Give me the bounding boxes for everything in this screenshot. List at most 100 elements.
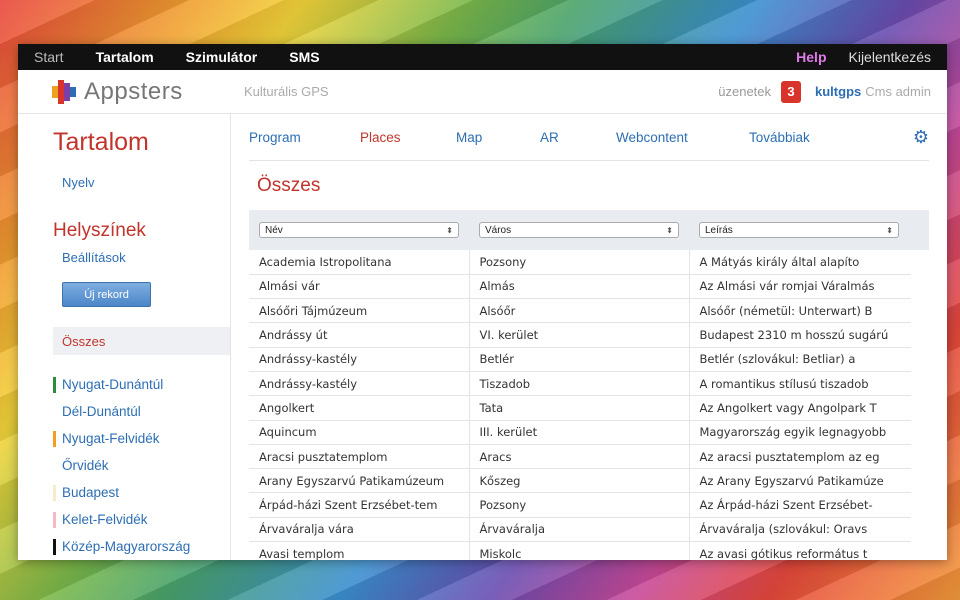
table-row[interactable]: Andrássy-kastély Tiszadob A romantikus stí… [249, 371, 911, 397]
sidebar-item-all[interactable]: Összes [53, 327, 230, 355]
sidebar-region-item[interactable]: Kelet-Felvidék [18, 506, 230, 533]
table-cell: VI. kerület [468, 322, 689, 348]
region-color-bar [53, 430, 56, 447]
table-cell: Az aracsi pusztatemplom az eg [688, 444, 911, 470]
table-cell: Az avasi gótikus református t [688, 541, 911, 560]
region-label: Budapest [62, 485, 120, 500]
table-cell: Andrássy-kastély [249, 371, 469, 397]
tab-program[interactable]: Program [249, 130, 360, 145]
tab-webcontent[interactable]: Webcontent [616, 130, 749, 145]
sidebar-region-item[interactable]: Közép-Magyarország [18, 533, 230, 560]
region-label: Nyugat-Felvidék [62, 431, 160, 446]
select-arrows-icon: ⬍ [666, 225, 673, 235]
tab-tov-bbiak[interactable]: Továbbiak [749, 130, 849, 145]
table-cell: Avasi templom [249, 541, 469, 560]
region-color-bar [53, 538, 56, 555]
table-cell: Academia Istropolitana [249, 250, 469, 275]
new-record-button[interactable]: Új rekord [62, 282, 151, 307]
table-row[interactable]: Aquincum III. kerület Magyarország egyik l… [249, 420, 911, 445]
tab-ar[interactable]: AR [540, 130, 616, 145]
sidebar-section-title: Helyszínek [53, 220, 146, 241]
table-cell: Andrássy-kastély [249, 347, 469, 372]
region-color-bar [53, 484, 56, 501]
table-cell: Almás [468, 274, 689, 300]
region-label: Őrvidék [62, 458, 109, 473]
table-cell: Tiszadob [468, 371, 689, 397]
table-cell: Árvaváralja (szlovákul: Oravs [688, 517, 911, 543]
sidebar-region-item[interactable]: Budapest [18, 479, 230, 506]
nav-start[interactable]: Start [34, 49, 64, 65]
table-row[interactable]: Árpád-házi Szent Erzsébet-tem Pozsony Az Á… [249, 492, 911, 518]
nav-szimulator[interactable]: Szimulátor [186, 49, 258, 65]
sidebar-region-item[interactable]: Őrvidék [18, 452, 230, 479]
sidebar-region-item[interactable]: Nyugat-Felvidék [18, 425, 230, 452]
region-color-bar [53, 458, 56, 474]
sidebar: Tartalom Nyelv Helyszínek Beállítások Új… [18, 114, 231, 560]
table-cell: Budapest 2310 m hosszú sugárú [688, 322, 911, 348]
table-cell: Betlér [468, 347, 689, 372]
table-cell: Alsóőri Tájmúzeum [249, 298, 469, 324]
filter-select-value: Város [485, 224, 512, 236]
settings-gear-icon[interactable]: ⚙ [913, 127, 929, 148]
table-row[interactable]: Almási vár Almás Az Almási vár romjai Vára… [249, 274, 911, 300]
sidebar-language-link[interactable]: Nyelv [18, 175, 230, 190]
table-row[interactable]: Andrássy út VI. kerület Budapest 2310 m ho… [249, 322, 911, 348]
page-title: Összes [257, 175, 321, 196]
table-cell: Az Arany Egyszarvú Patikamúze [688, 468, 911, 494]
select-arrows-icon: ⬍ [886, 225, 893, 235]
table-row[interactable]: Alsóőri Tájmúzeum Alsóőr Alsóőr (németül: … [249, 298, 911, 324]
filter-select[interactable]: Város ⬍ [479, 222, 679, 238]
messages-label[interactable]: üzenetek [718, 84, 771, 99]
table-cell: Aracs [468, 444, 689, 470]
table-cell: Kőszeg [468, 468, 689, 494]
logo[interactable]: Appsters [52, 78, 244, 106]
app-name: Kulturális GPS [244, 84, 329, 99]
logo-text: Appsters [84, 77, 183, 105]
tab-places[interactable]: Places [360, 130, 456, 145]
header: Appsters Kulturális GPS üzenetek 3 kultg… [18, 70, 947, 114]
nav-help[interactable]: Help [796, 49, 826, 65]
places-table: Academia Istropolitana Pozsony A Mátyás ki… [249, 250, 911, 560]
table-cell: Az Árpád-házi Szent Erzsébet- [688, 492, 911, 518]
table-row[interactable]: Andrássy-kastély Betlér Betlér (szlovákul:… [249, 347, 911, 372]
table-cell: A Mátyás király által alapíto [688, 250, 911, 275]
nav-sms[interactable]: SMS [289, 49, 319, 65]
sidebar-settings-link[interactable]: Beállítások [18, 250, 230, 265]
table-row[interactable]: Academia Istropolitana Pozsony A Mátyás ki… [249, 250, 911, 275]
sidebar-region-item[interactable]: Nyugat-Dunántúl [18, 371, 230, 398]
region-label: Nyugat-Dunántúl [62, 377, 164, 392]
table-cell: Angolkert [249, 395, 469, 421]
table-cell: Miskolc [468, 541, 689, 560]
nav-tartalom[interactable]: Tartalom [96, 49, 154, 65]
tab-bar: Program Places Map AR Webcontent Továbbiak ⚙ [249, 114, 929, 161]
table-cell: III. kerület [468, 420, 689, 445]
filter-select-value: Leírás [705, 224, 733, 236]
table-row[interactable]: Avasi templom Miskolc Az avasi gótikus ref… [249, 541, 911, 560]
region-label: Dél-Dunántúl [62, 404, 141, 419]
app-window: Start Tartalom Szimulátor SMS Help Kijel… [18, 44, 947, 560]
tab-map[interactable]: Map [456, 130, 540, 145]
nav-logout[interactable]: Kijelentkezés [849, 49, 932, 65]
user-name[interactable]: kultgps [815, 84, 861, 99]
table-row[interactable]: Árvaváralja vára Árvaváralja Árvaváralja (… [249, 517, 911, 543]
table-cell: Az Angolkert vagy Angolpark T [688, 395, 911, 421]
table-cell: A romantikus stílusú tiszadob [688, 371, 911, 397]
region-label: Kelet-Felvidék [62, 512, 148, 527]
filter-select[interactable]: Név ⬍ [259, 222, 459, 238]
table-row[interactable]: Arany Egyszarvú Patikamúzeum Kőszeg Az Ara… [249, 468, 911, 494]
top-nav: Start Tartalom Szimulátor SMS Help Kijel… [18, 44, 947, 70]
table-cell: Magyarország egyik legnagyobb [688, 420, 911, 445]
table-row[interactable]: Aracsi pusztatemplom Aracs Az aracsi puszt… [249, 444, 911, 470]
table-cell: Tata [468, 395, 689, 421]
table-cell: Arany Egyszarvú Patikamúzeum [249, 468, 469, 494]
table-cell: Az Almási vár romjai Váralmás [688, 274, 911, 300]
region-color-bar [53, 404, 56, 420]
table-row[interactable]: Angolkert Tata Az Angolkert vagy Angolpark… [249, 395, 911, 421]
filter-select[interactable]: Leírás ⬍ [699, 222, 899, 238]
table-cell: Alsóőr [468, 298, 689, 324]
table-cell: Alsóőr (németül: Unterwart) B [688, 298, 911, 324]
sidebar-region-item[interactable]: Dél-Dunántúl [18, 398, 230, 425]
region-color-bar [53, 376, 56, 393]
user-role: Cms admin [865, 84, 931, 99]
messages-badge[interactable]: 3 [781, 80, 802, 103]
